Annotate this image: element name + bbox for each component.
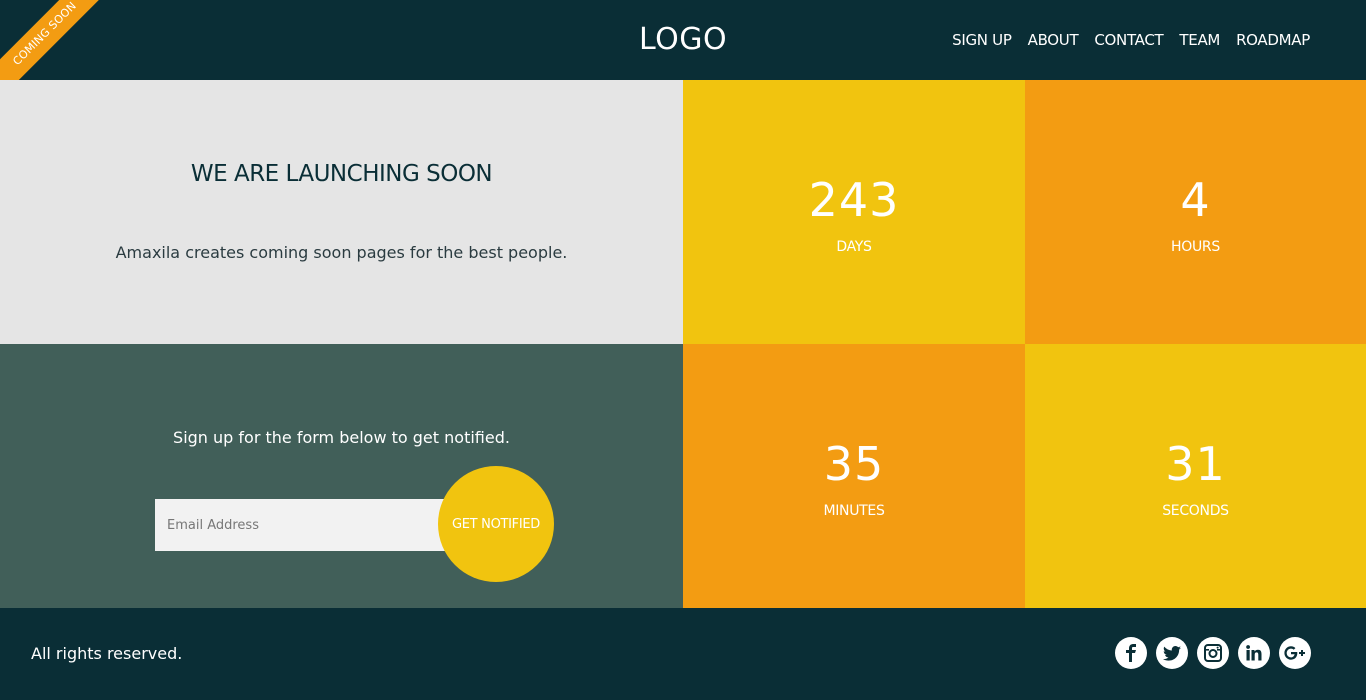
page-title: WE ARE LAUNCHING SOON xyxy=(190,161,493,187)
nav-contact[interactable]: CONTACT xyxy=(1094,28,1163,52)
seconds-value: 31 xyxy=(1165,437,1226,491)
site-header: COMING SOON LOGO SIGN UP ABOUT CONTACT T… xyxy=(0,0,1366,80)
hours-label: HOURS xyxy=(1171,239,1220,255)
copyright-text: All rights reserved. xyxy=(31,644,183,663)
twitter-icon[interactable] xyxy=(1156,637,1188,669)
countdown-days: 243 DAYS xyxy=(683,80,1025,344)
instagram-icon[interactable] xyxy=(1197,637,1229,669)
social-links xyxy=(1115,637,1311,669)
coming-soon-ribbon: COMING SOON xyxy=(0,0,116,80)
days-label: DAYS xyxy=(836,239,872,255)
intro-panel: WE ARE LAUNCHING SOON Amaxila creates co… xyxy=(0,80,683,344)
nav-roadmap[interactable]: ROADMAP xyxy=(1236,28,1310,52)
countdown-hours: 4 HOURS xyxy=(1025,80,1366,344)
main-nav: SIGN UP ABOUT CONTACT TEAM ROADMAP xyxy=(952,28,1310,52)
intro-description: Amaxila creates coming soon pages for th… xyxy=(115,243,568,262)
get-notified-button[interactable]: GET NOTIFIED xyxy=(438,466,554,582)
days-value: 243 xyxy=(808,173,900,227)
countdown-seconds: 31 SECONDS xyxy=(1025,344,1366,608)
nav-about[interactable]: ABOUT xyxy=(1028,28,1079,52)
minutes-label: MINUTES xyxy=(823,503,885,519)
minutes-value: 35 xyxy=(823,437,885,491)
hours-value: 4 xyxy=(1180,173,1211,227)
linkedin-icon[interactable] xyxy=(1238,637,1270,669)
nav-team[interactable]: TEAM xyxy=(1179,28,1220,52)
seconds-label: SECONDS xyxy=(1162,503,1229,519)
signup-prompt: Sign up for the form below to get notifi… xyxy=(173,428,510,447)
email-input[interactable] xyxy=(155,499,455,551)
site-footer: All rights reserved. xyxy=(0,608,1366,700)
google-plus-icon[interactable] xyxy=(1279,637,1311,669)
site-logo[interactable]: LOGO xyxy=(620,18,746,62)
countdown-minutes: 35 MINUTES xyxy=(683,344,1025,608)
facebook-icon[interactable] xyxy=(1115,637,1147,669)
signup-panel: Sign up for the form below to get notifi… xyxy=(0,344,683,608)
nav-sign-up[interactable]: SIGN UP xyxy=(952,28,1012,52)
